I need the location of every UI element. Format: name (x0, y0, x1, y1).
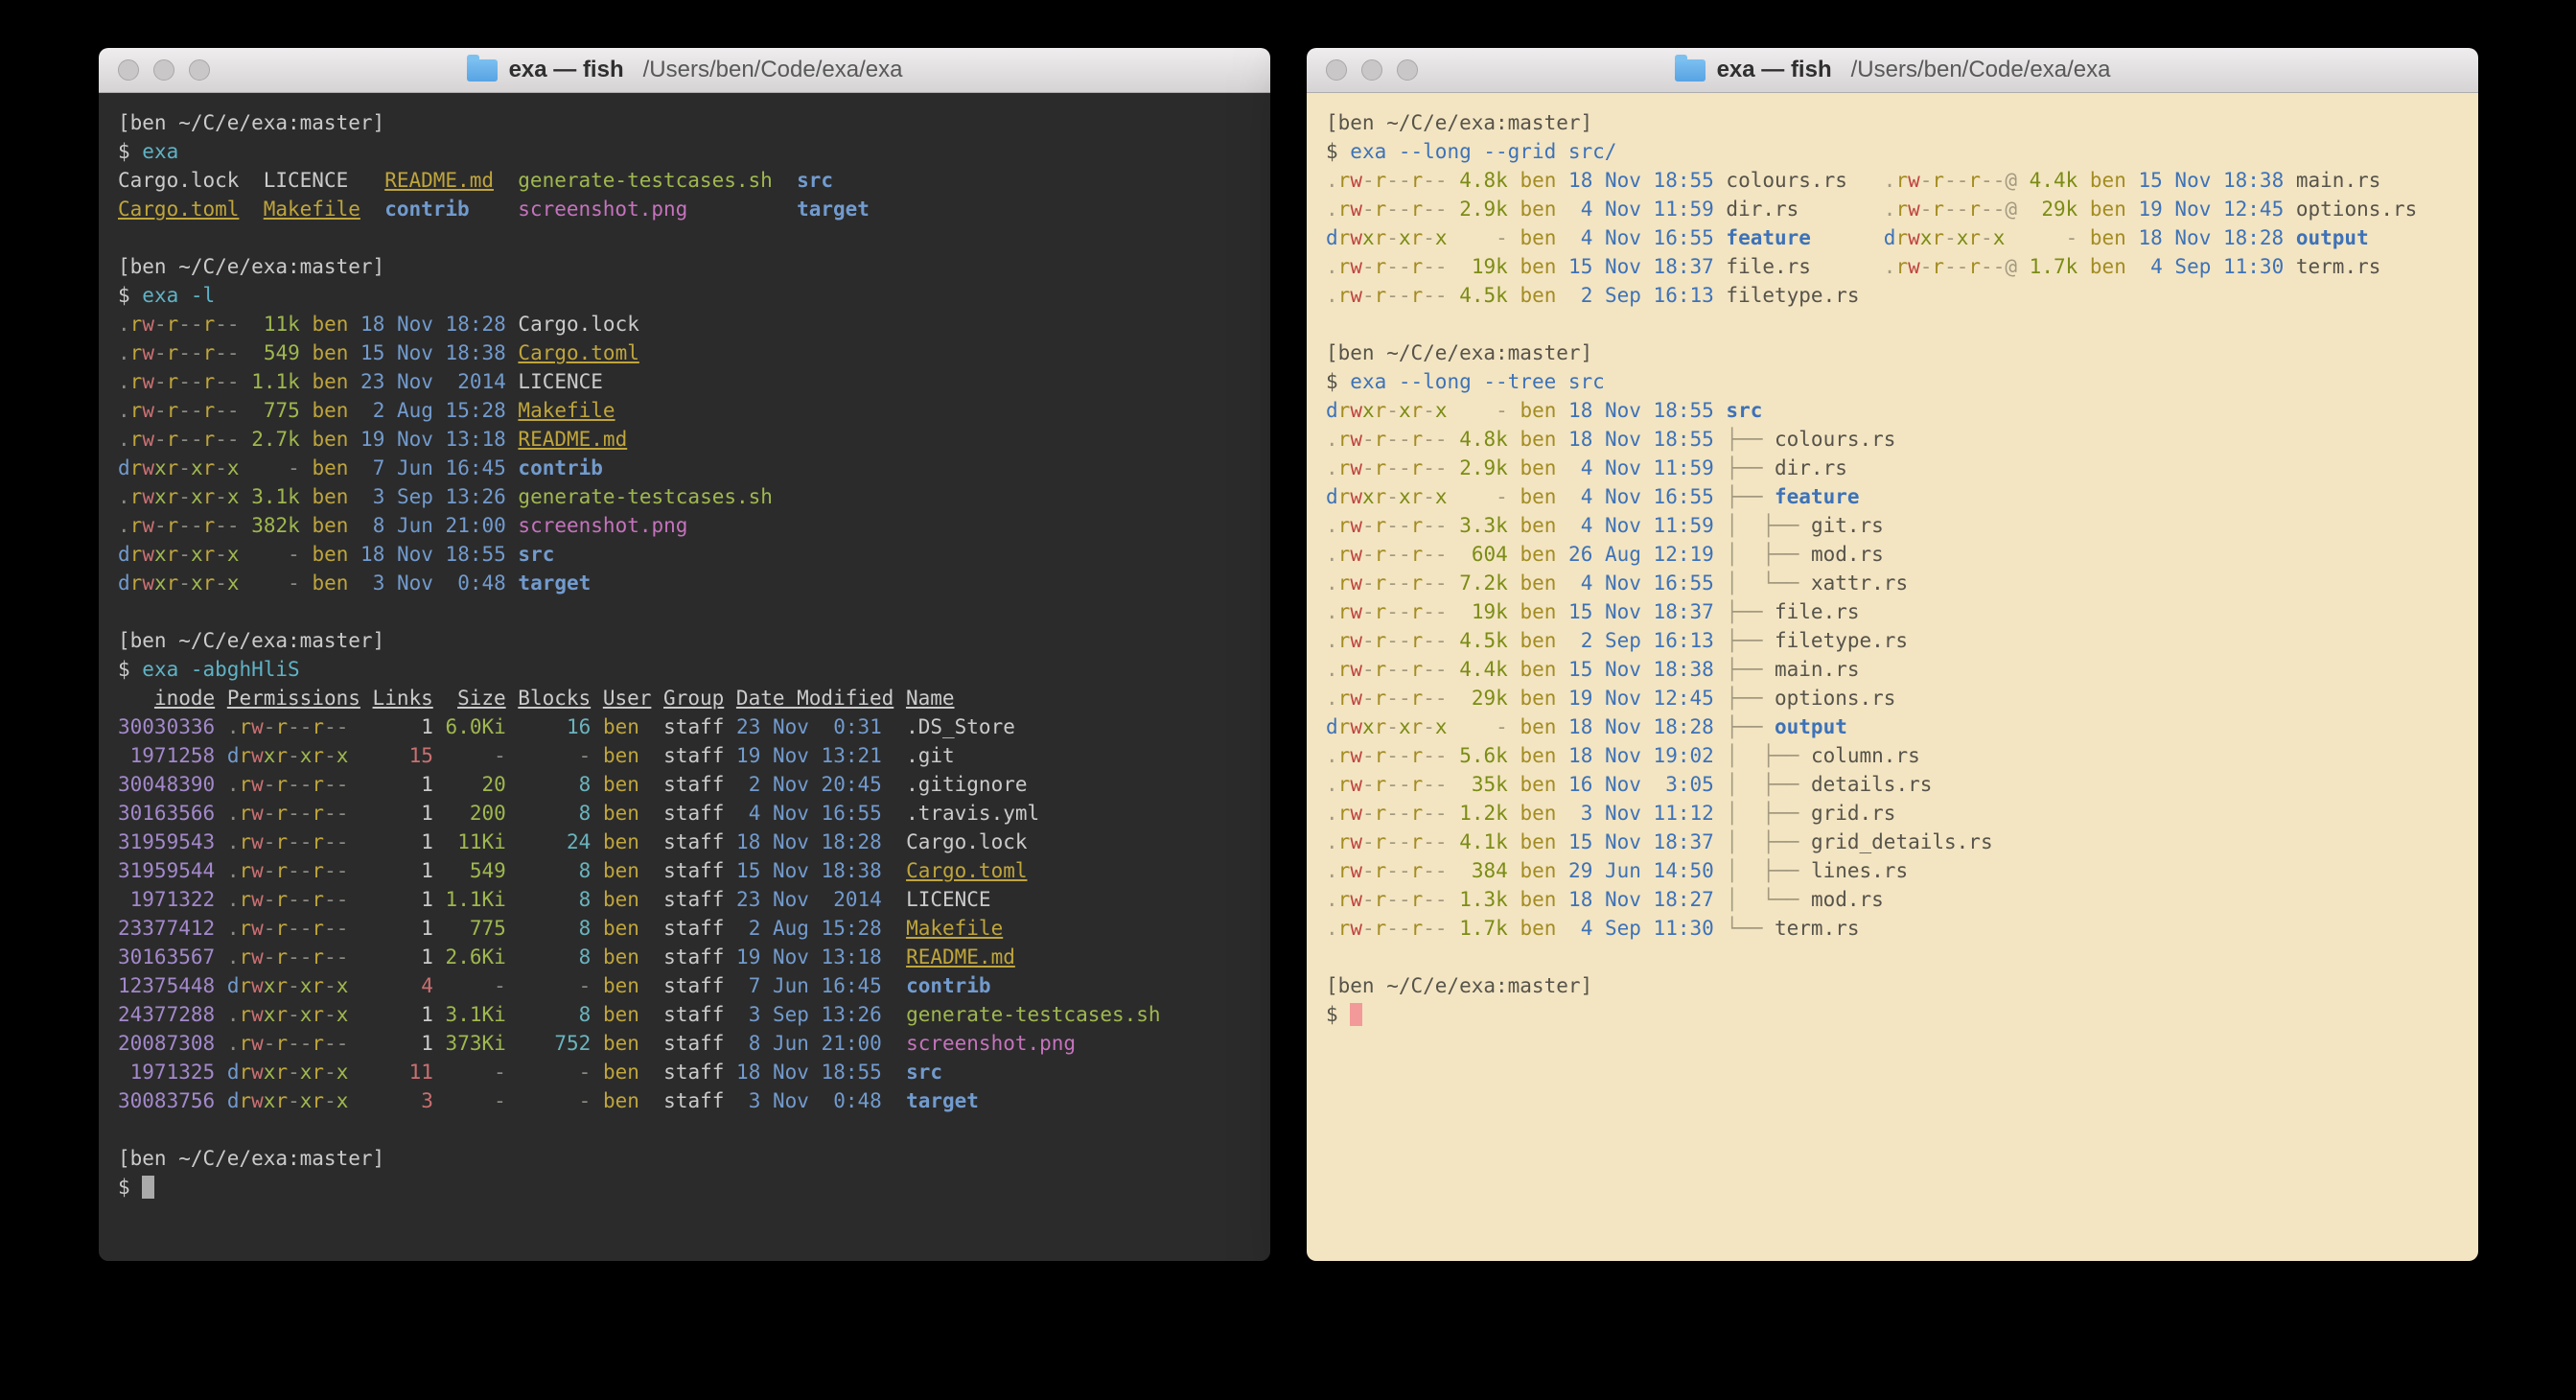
terminal-line: $ exa -l (118, 281, 1251, 310)
terminal-line: [ben ~/C/e/exa:master] (1326, 971, 2459, 1000)
terminal-line: 1971258 drwxr-xr-x 15 - - ben staff 19 N… (118, 741, 1251, 770)
terminal-line: 30163567 .rw-r--r-- 1 2.6Ki 8 ben staff … (118, 943, 1251, 971)
terminal-line: 31959544 .rw-r--r-- 1 549 8 ben staff 15… (118, 856, 1251, 885)
terminal-line: $ exa (118, 137, 1251, 166)
cursor-block (1350, 1003, 1362, 1026)
terminal-line: .rw-r--r-- 1.7k ben 4 Sep 11:30 └── term… (1326, 914, 2459, 943)
window-title: exa — fish /Users/ben/Code/exa/exa (467, 57, 903, 83)
terminal-line: .rw-r--r-- 29k ben 19 Nov 12:45 ├── opti… (1326, 684, 2459, 712)
terminal-line: .rw-r--r-- 7.2k ben 4 Nov 16:55 │ └── xa… (1326, 569, 2459, 597)
terminal-line: drwxr-xr-x - ben 18 Nov 18:28 ├── output (1326, 712, 2459, 741)
window-controls (1326, 48, 1418, 92)
window-title-app: exa — fish (509, 57, 624, 83)
terminal-line: .rw-r--r-- 549 ben 15 Nov 18:38 Cargo.to… (118, 338, 1251, 367)
terminal-line: 30048390 .rw-r--r-- 1 20 8 ben staff 2 N… (118, 770, 1251, 799)
terminal-line (118, 597, 1251, 626)
terminal-line: [ben ~/C/e/exa:master] (118, 252, 1251, 281)
window-controls (118, 48, 210, 92)
terminal-line: drwxr-xr-x - ben 3 Nov 0:48 target (118, 569, 1251, 597)
terminal-line: [ben ~/C/e/exa:master] (118, 1144, 1251, 1173)
terminal-line: [ben ~/C/e/exa:master] (118, 626, 1251, 655)
close-button[interactable] (1326, 59, 1347, 81)
close-button[interactable] (118, 59, 139, 81)
terminal-line: drwxr-xr-x - ben 7 Jun 16:45 contrib (118, 454, 1251, 482)
terminal-line: .rw-r--r-- 35k ben 16 Nov 3:05 │ ├── det… (1326, 770, 2459, 799)
terminal-line: inode Permissions Links Size Blocks User… (118, 684, 1251, 712)
terminal-line: $ exa --long --grid src/ (1326, 137, 2459, 166)
terminal-line: 31959543 .rw-r--r-- 1 11Ki 24 ben staff … (118, 828, 1251, 856)
terminal-line: .rw-r--r-- 19k ben 15 Nov 18:37 ├── file… (1326, 597, 2459, 626)
terminal-line: 20087308 .rw-r--r-- 1 373Ki 752 ben staf… (118, 1029, 1251, 1058)
terminal-line: .rw-r--r-- 3.3k ben 4 Nov 11:59 │ ├── gi… (1326, 511, 2459, 540)
terminal-line (1326, 310, 2459, 338)
terminal-line: .rw-r--r-- 1.3k ben 18 Nov 18:27 │ └── m… (1326, 885, 2459, 914)
window-title-path: /Users/ben/Code/exa/exa (1851, 57, 2111, 83)
terminal-line: drwxr-xr-x - ben 4 Nov 16:55 ├── feature (1326, 482, 2459, 511)
window-title: exa — fish /Users/ben/Code/exa/exa (1675, 57, 2111, 83)
terminal-line: .rw-r--r-- 382k ben 8 Jun 21:00 screensh… (118, 511, 1251, 540)
terminal-line: 24377288 .rwxr-xr-x 1 3.1Ki 8 ben staff … (118, 1000, 1251, 1029)
terminal-line: $ (118, 1173, 1251, 1202)
window-title-app: exa — fish (1717, 57, 1832, 83)
terminal-line: 23377412 .rw-r--r-- 1 775 8 ben staff 2 … (118, 914, 1251, 943)
terminal-line: drwxr-xr-x - ben 18 Nov 18:55 src (118, 540, 1251, 569)
terminal-line: .rw-r--r-- 4.5k ben 2 Sep 16:13 ├── file… (1326, 626, 2459, 655)
terminal-line: [ben ~/C/e/exa:master] (1326, 338, 2459, 367)
terminal-line: 1971322 .rw-r--r-- 1 1.1Ki 8 ben staff 2… (118, 885, 1251, 914)
terminal-line: drwxr-xr-x - ben 4 Nov 16:55 feature drw… (1326, 223, 2459, 252)
folder-icon (467, 59, 498, 82)
terminal-window-left: exa — fish /Users/ben/Code/exa/exa [ben … (99, 48, 1270, 1261)
window-title-path: /Users/ben/Code/exa/exa (643, 57, 903, 83)
terminal-content[interactable]: [ben ~/C/e/exa:master]$ exaCargo.lock LI… (99, 93, 1270, 1261)
terminal-line (118, 1115, 1251, 1144)
terminal-line (118, 223, 1251, 252)
terminal-line: .rw-r--r-- 4.8k ben 18 Nov 18:55 ├── col… (1326, 425, 2459, 454)
terminal-line: 30030336 .rw-r--r-- 1 6.0Ki 16 ben staff… (118, 712, 1251, 741)
terminal-line: .rw-r--r-- 1.2k ben 3 Nov 11:12 │ ├── gr… (1326, 799, 2459, 828)
terminal-line: .rw-r--r-- 4.8k ben 18 Nov 18:55 colours… (1326, 166, 2459, 195)
terminal-line: [ben ~/C/e/exa:master] (1326, 108, 2459, 137)
titlebar[interactable]: exa — fish /Users/ben/Code/exa/exa (1307, 48, 2478, 93)
terminal-line: .rw-r--r-- 5.6k ben 18 Nov 19:02 │ ├── c… (1326, 741, 2459, 770)
terminal-line: .rw-r--r-- 384 ben 29 Jun 14:50 │ ├── li… (1326, 856, 2459, 885)
terminal-line: $ (1326, 1000, 2459, 1029)
terminal-line: .rw-r--r-- 2.9k ben 4 Nov 11:59 dir.rs .… (1326, 195, 2459, 223)
terminal-line: .rw-r--r-- 1.1k ben 23 Nov 2014 LICENCE (118, 367, 1251, 396)
terminal-line: 30163566 .rw-r--r-- 1 200 8 ben staff 4 … (118, 799, 1251, 828)
terminal-line: .rw-r--r-- 604 ben 26 Aug 12:19 │ ├── mo… (1326, 540, 2459, 569)
terminal-line: $ exa --long --tree src (1326, 367, 2459, 396)
folder-icon (1675, 59, 1706, 82)
zoom-button[interactable] (189, 59, 210, 81)
terminal-line: .rw-r--r-- 2.7k ben 19 Nov 13:18 README.… (118, 425, 1251, 454)
minimize-button[interactable] (153, 59, 174, 81)
minimize-button[interactable] (1361, 59, 1382, 81)
terminal-line: [ben ~/C/e/exa:master] (118, 108, 1251, 137)
terminal-line: 12375448 drwxr-xr-x 4 - - ben staff 7 Ju… (118, 971, 1251, 1000)
terminal-line: .rw-r--r-- 4.1k ben 15 Nov 18:37 │ ├── g… (1326, 828, 2459, 856)
terminal-line (1326, 943, 2459, 971)
terminal-content[interactable]: [ben ~/C/e/exa:master]$ exa --long --gri… (1307, 93, 2478, 1261)
terminal-line: $ exa -abghHliS (118, 655, 1251, 684)
terminal-line: drwxr-xr-x - ben 18 Nov 18:55 src (1326, 396, 2459, 425)
terminal-line: .rw-r--r-- 4.4k ben 15 Nov 18:38 ├── mai… (1326, 655, 2459, 684)
terminal-line: .rw-r--r-- 19k ben 15 Nov 18:37 file.rs … (1326, 252, 2459, 281)
zoom-button[interactable] (1397, 59, 1418, 81)
terminal-line: 30083756 drwxr-xr-x 3 - - ben staff 3 No… (118, 1086, 1251, 1115)
terminal-line: .rw-r--r-- 4.5k ben 2 Sep 16:13 filetype… (1326, 281, 2459, 310)
terminal-line: 1971325 drwxr-xr-x 11 - - ben staff 18 N… (118, 1058, 1251, 1086)
titlebar[interactable]: exa — fish /Users/ben/Code/exa/exa (99, 48, 1270, 93)
terminal-line: Cargo.lock LICENCE README.md generate-te… (118, 166, 1251, 195)
terminal-window-right: exa — fish /Users/ben/Code/exa/exa [ben … (1307, 48, 2478, 1261)
terminal-line: Cargo.toml Makefile contrib screenshot.p… (118, 195, 1251, 223)
terminal-line: .rwxr-xr-x 3.1k ben 3 Sep 13:26 generate… (118, 482, 1251, 511)
terminal-line: .rw-r--r-- 2.9k ben 4 Nov 11:59 ├── dir.… (1326, 454, 2459, 482)
terminal-line: .rw-r--r-- 11k ben 18 Nov 18:28 Cargo.lo… (118, 310, 1251, 338)
cursor-block (142, 1176, 154, 1199)
terminal-line: .rw-r--r-- 775 ben 2 Aug 15:28 Makefile (118, 396, 1251, 425)
